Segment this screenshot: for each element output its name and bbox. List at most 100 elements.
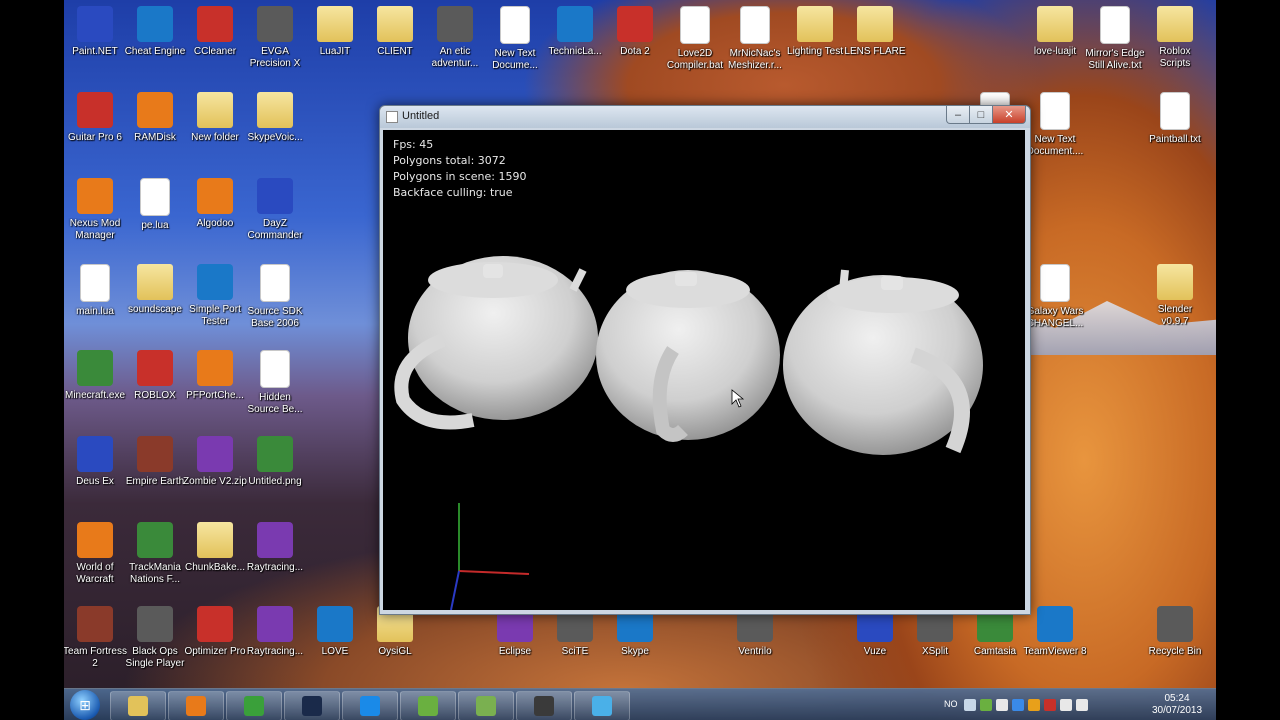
- desktop-icon[interactable]: soundscape: [124, 258, 186, 342]
- taskbar-button-steam[interactable]: [284, 691, 340, 720]
- desktop-icon[interactable]: Minecraft.exe: [64, 344, 126, 428]
- folder-icon: [137, 264, 173, 300]
- desktop-icon[interactable]: LENS FLARE: [844, 0, 906, 84]
- application-icon: [257, 522, 293, 558]
- tray-icon-2[interactable]: [980, 699, 992, 711]
- desktop-icon[interactable]: ROBLOX: [124, 344, 186, 428]
- desktop-icon[interactable]: Paintball.txt: [1144, 86, 1206, 170]
- desktop-icon[interactable]: Source SDK Base 2006: [244, 258, 306, 342]
- minimize-button[interactable]: –: [946, 106, 970, 124]
- desktop-icon[interactable]: Deus Ex: [64, 430, 126, 514]
- application-icon: [77, 606, 113, 642]
- desktop-icon[interactable]: TeamViewer 8: [1023, 600, 1087, 684]
- maximize-button[interactable]: □: [969, 106, 993, 124]
- desktop-icon-label: Paintball.txt: [1149, 134, 1201, 145]
- folder-icon: [797, 6, 833, 42]
- taskbar-button-love2d[interactable]: [574, 691, 630, 720]
- desktop-icon[interactable]: Roblox Scripts: [1144, 0, 1206, 84]
- close-button[interactable]: ✕: [992, 106, 1026, 124]
- desktop-icon-label: Guitar Pro 6: [68, 132, 122, 143]
- tray-icon-5[interactable]: [1028, 699, 1040, 711]
- steam-icon: [302, 696, 322, 716]
- desktop-icon[interactable]: Paint.NET: [64, 0, 126, 84]
- desktop-icon[interactable]: DayZ Commander: [244, 172, 306, 256]
- desktop-icon[interactable]: Optimizer Pro: [184, 600, 246, 684]
- document-icon: [500, 6, 530, 44]
- desktop-icon[interactable]: World of Warcraft: [64, 516, 126, 600]
- desktop-icon[interactable]: RAMDisk: [124, 86, 186, 170]
- desktop-icon[interactable]: CCleaner: [184, 0, 246, 84]
- desktop-icon[interactable]: SkypeVoic...: [244, 86, 306, 170]
- desktop-icon[interactable]: PFPortChe...: [184, 344, 246, 428]
- folder-icon: [377, 6, 413, 42]
- taskbar-button-camtasia[interactable]: [458, 691, 514, 720]
- application-icon: [77, 178, 113, 214]
- camtasia-icon: [476, 696, 496, 716]
- network-icon[interactable]: [1060, 699, 1072, 711]
- desktop-icon[interactable]: Algodoo: [184, 172, 246, 256]
- folder-icon: [857, 6, 893, 42]
- tray-icon-3[interactable]: [996, 699, 1008, 711]
- desktop-icon-label: CLIENT: [377, 46, 413, 57]
- app-window[interactable]: Untitled – □ ✕ Fps: 45 Polygons total: 3…: [379, 105, 1031, 615]
- taskbar-button-media-player[interactable]: [168, 691, 224, 720]
- desktop-icon[interactable]: main.lua: [64, 258, 126, 342]
- desktop-icon-label: CCleaner: [193, 46, 237, 57]
- desktop-icon-label: main.lua: [76, 306, 114, 317]
- desktop-icon[interactable]: TechnicLa...: [544, 0, 606, 84]
- tray-icon-6[interactable]: [1044, 699, 1056, 711]
- desktop-icon[interactable]: Empire Earth: [124, 430, 186, 514]
- desktop-icon[interactable]: New folder: [184, 86, 246, 170]
- application-icon: [197, 264, 233, 300]
- desktop-icon[interactable]: An etic adventur...: [424, 0, 486, 84]
- desktop-icon-label: Vuze: [863, 646, 887, 657]
- start-button[interactable]: ⊞: [70, 690, 100, 720]
- desktop-icon[interactable]: Black Ops Single Player: [124, 600, 186, 684]
- desktop-icon[interactable]: Dota 2: [604, 0, 666, 84]
- desktop-icon[interactable]: Raytracing...: [244, 600, 306, 684]
- clock[interactable]: 05:24 30/07/2013: [1142, 693, 1212, 717]
- desktop-icon[interactable]: New Text Docume...: [484, 0, 546, 84]
- desktop-icon[interactable]: Recycle Bin: [1144, 600, 1206, 684]
- taskbar-button-explorer[interactable]: [110, 691, 166, 720]
- desktop-icon-label: Skype: [621, 646, 649, 657]
- desktop-icon[interactable]: LuaJIT: [304, 0, 366, 84]
- taskbar-button-notepad[interactable]: [400, 691, 456, 720]
- desktop-icon[interactable]: Slender v0.9.7: [1144, 258, 1206, 342]
- desktop-icon[interactable]: Cheat Engine: [124, 0, 186, 84]
- desktop-icon[interactable]: EVGA Precision X: [244, 0, 306, 84]
- desktop-icon[interactable]: New Text Document....: [1024, 86, 1086, 170]
- desktop-icon[interactable]: Raytracing...: [244, 516, 306, 600]
- desktop-icon[interactable]: Love2D Compiler.bat: [664, 0, 726, 84]
- application-icon: [557, 6, 593, 42]
- desktop-icon[interactable]: Zombie V2.zip: [183, 430, 247, 514]
- taskbar-button-skype[interactable]: [342, 691, 398, 720]
- application-icon: [77, 436, 113, 472]
- desktop-icon[interactable]: Guitar Pro 6: [64, 86, 126, 170]
- taskbar-button-game[interactable]: [516, 691, 572, 720]
- desktop-icon[interactable]: Untitled.png: [244, 430, 306, 514]
- tray-icon-1[interactable]: [964, 699, 976, 711]
- desktop-icon[interactable]: Nexus Mod Manager: [64, 172, 126, 256]
- desktop-icon[interactable]: MrNicNac's Meshizer.r...: [724, 0, 786, 84]
- desktop-icon[interactable]: Team Fortress 2: [64, 600, 127, 684]
- desktop-icon[interactable]: LOVE: [304, 600, 366, 684]
- volume-icon[interactable]: [1076, 699, 1088, 711]
- taskbar-button-chrome[interactable]: [226, 691, 282, 720]
- desktop-icon[interactable]: CLIENT: [364, 0, 426, 84]
- axis-z: [450, 570, 460, 610]
- desktop-icon[interactable]: pe.lua: [124, 172, 186, 256]
- render-canvas[interactable]: Fps: 45 Polygons total: 3072 Polygons in…: [383, 130, 1025, 610]
- tray-icon-4[interactable]: [1012, 699, 1024, 711]
- desktop-icon-label: World of Warcraft: [76, 562, 114, 585]
- desktop-icon[interactable]: ChunkBake...: [184, 516, 246, 600]
- desktop-icon[interactable]: love-luajit: [1024, 0, 1086, 84]
- language-indicator[interactable]: NO: [944, 699, 958, 709]
- desktop-icon[interactable]: Simple Port Tester: [184, 258, 246, 342]
- window-titlebar[interactable]: Untitled – □ ✕: [380, 106, 1030, 128]
- desktop-icon[interactable]: Mirror's Edge Still Alive.txt: [1084, 0, 1146, 84]
- desktop-icon[interactable]: Hidden Source Be...: [244, 344, 306, 428]
- desktop-icon[interactable]: TrackMania Nations F...: [124, 516, 186, 600]
- desktop-icon[interactable]: Lighting Test: [784, 0, 846, 84]
- desktop-icon[interactable]: Galaxy Wars CHANGEL...: [1024, 258, 1086, 342]
